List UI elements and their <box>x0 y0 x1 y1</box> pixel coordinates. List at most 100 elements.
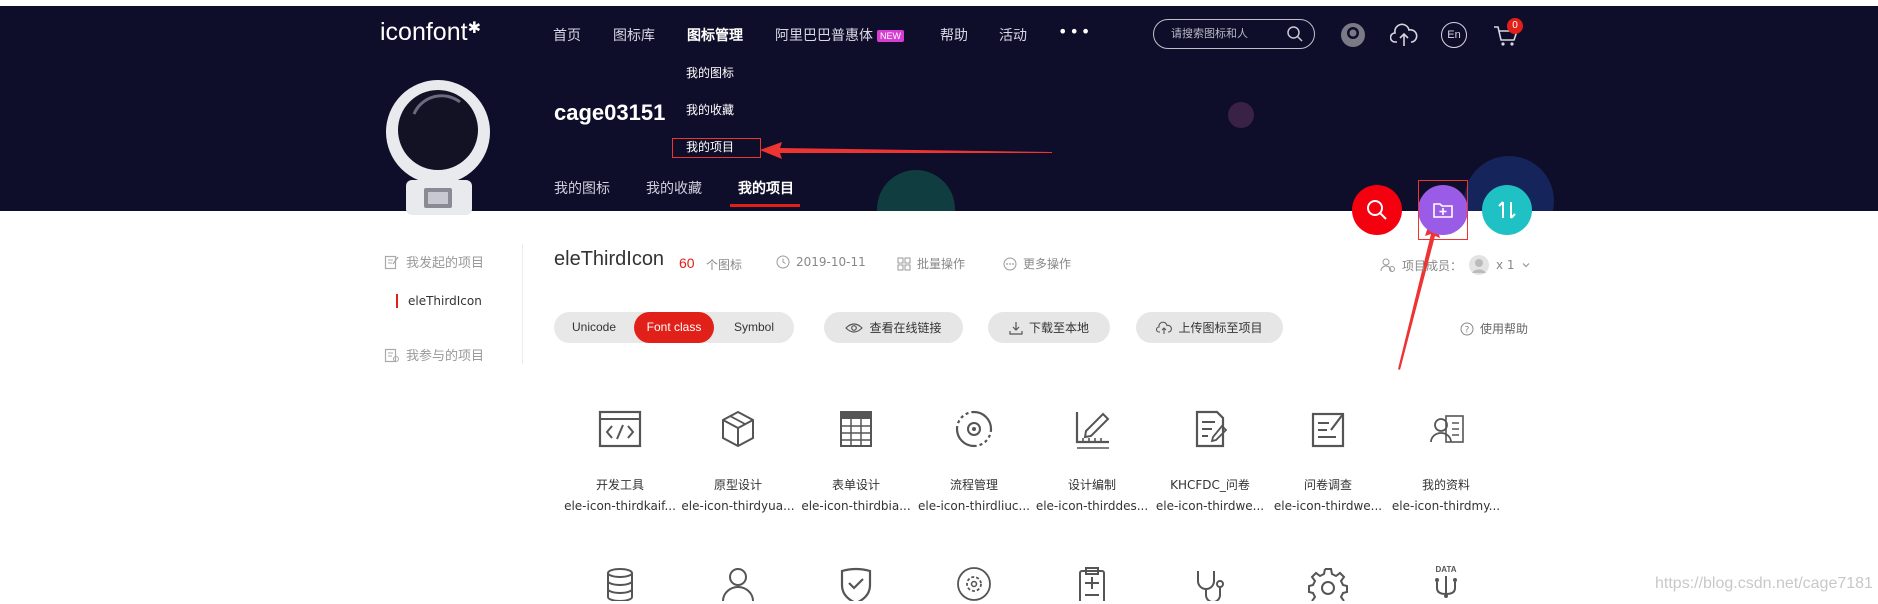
iconfont-logo[interactable]: iconfont✱ <box>380 18 481 47</box>
user-icon[interactable] <box>715 565 761 601</box>
icon-card[interactable]: 表单设计 ele-icon-thirdbia... <box>797 404 915 513</box>
icon-name: 表单设计 <box>831 478 880 492</box>
nav-icon-library[interactable]: 图标库 <box>613 25 655 45</box>
chevron-down-icon <box>1522 263 1530 268</box>
nav-home[interactable]: 首页 <box>553 25 581 45</box>
gear-circle-icon[interactable] <box>951 565 997 601</box>
upload-icons-button[interactable]: 上传图标至项目 <box>1136 312 1283 343</box>
icon-class: ele-icon-thirdwe... <box>1155 499 1265 513</box>
logo-star-icon: ✱ <box>467 20 481 37</box>
language-switch-icon[interactable]: En <box>1441 22 1467 48</box>
upload-cloud-icon <box>1156 321 1173 334</box>
search-input[interactable] <box>1169 26 1283 41</box>
watermark: https://blog.csdn.net/cage7181 <box>1655 575 1873 592</box>
dropdown-my-favorites[interactable]: 我的收藏 <box>686 101 734 118</box>
tab-my-icons[interactable]: 我的图标 <box>554 178 610 198</box>
tab-my-projects[interactable]: 我的项目 <box>738 178 794 198</box>
nav-icon-management[interactable]: 图标管理 <box>687 25 743 45</box>
icon-card[interactable]: 流程管理 ele-icon-thirdliuc... <box>915 404 1033 513</box>
annotation-arrow <box>760 142 1052 159</box>
icon-class: ele-icon-thirdyua... <box>681 499 795 513</box>
nav-alibaba-font-label: 阿里巴巴普惠体 <box>775 28 873 44</box>
sidebar-joined-projects-label: 我参与的项目 <box>406 349 485 364</box>
view-online-link-label: 查看在线链接 <box>869 321 942 335</box>
members-label: 项目成员： <box>1402 258 1463 273</box>
sidebar-joined-projects[interactable]: 我参与的项目 <box>384 345 484 364</box>
batch-grid-icon <box>897 257 911 270</box>
icon-card[interactable]: 原型设计 ele-icon-thirdyua... <box>679 404 797 513</box>
icon-name: 我的资料 <box>1421 478 1470 492</box>
usage-help-label: 使用帮助 <box>1480 322 1529 336</box>
batch-operation-button[interactable]: 批量操作 <box>897 255 965 272</box>
code-window-icon <box>598 410 642 448</box>
sidebar-project-elethirdicon[interactable]: eleThirdIcon <box>408 294 482 308</box>
project-date-text: 2019-10-11 <box>796 255 866 269</box>
database-icon[interactable] <box>597 565 643 601</box>
project-title: eleThirdIcon <box>554 248 665 270</box>
highlight-box <box>672 138 761 158</box>
sidebar-started-projects-label: 我发起的项目 <box>406 256 485 271</box>
batch-operation-label: 批量操作 <box>917 257 966 271</box>
icon-class: ele-icon-thirdmy... <box>1391 499 1501 513</box>
upload-cloud-icon[interactable] <box>1390 22 1418 48</box>
active-tab-indicator <box>730 204 800 207</box>
icon-card[interactable]: 问卷调查 ele-icon-thirdwe... <box>1269 404 1387 513</box>
sort-fab-button[interactable] <box>1482 185 1532 235</box>
member-avatar-icon <box>1469 255 1490 275</box>
sort-arrows-icon <box>1498 201 1516 219</box>
icon-name: KHCFDC_问卷 <box>1170 478 1250 492</box>
mode-font-class[interactable]: Font class <box>634 312 714 343</box>
nav-activities[interactable]: 活动 <box>999 25 1027 45</box>
dropdown-my-icons[interactable]: 我的图标 <box>686 64 734 81</box>
nav-alibaba-font[interactable]: 阿里巴巴普惠体 NEW <box>775 25 904 45</box>
sidebar-started-projects[interactable]: 我发起的项目 <box>384 252 484 271</box>
decorative-bubble <box>1228 102 1254 128</box>
cube-icon <box>722 410 754 448</box>
user-avatar-icon[interactable] <box>1340 22 1366 48</box>
logo-text: iconfont <box>380 18 468 46</box>
download-icon <box>1009 321 1023 335</box>
icon-class: ele-icon-thirdwe... <box>1273 499 1383 513</box>
font-mode-switch: Unicode Font class Symbol <box>554 312 794 343</box>
edit-doc-icon <box>384 255 399 269</box>
new-badge: NEW <box>877 30 904 42</box>
icon-card[interactable]: 我的资料 ele-icon-thirdmy... <box>1387 404 1505 513</box>
search-icon[interactable] <box>1286 25 1304 43</box>
icon-name: 问卷调查 <box>1303 478 1352 492</box>
icon-card[interactable]: KHCFDC_问卷 ele-icon-thirdwe... <box>1151 404 1269 513</box>
mode-symbol[interactable]: Symbol <box>714 312 794 343</box>
more-operations-button[interactable]: 更多操作 <box>1003 255 1071 272</box>
settings-gear-icon[interactable] <box>1305 565 1351 601</box>
ruler-pen-icon <box>1075 412 1110 449</box>
download-label: 下载至本地 <box>1028 321 1089 335</box>
decorative-bubble <box>877 170 955 211</box>
search-box <box>1153 19 1315 49</box>
mode-unicode[interactable]: Unicode <box>554 312 634 343</box>
search-icon <box>1367 200 1387 220</box>
members-icon <box>1380 258 1395 272</box>
shield-check-icon[interactable] <box>833 565 879 601</box>
nav-help[interactable]: 帮助 <box>940 25 968 45</box>
sidebar-divider <box>522 244 523 364</box>
help-circle-icon: ? <box>1460 322 1474 335</box>
search-fab-button[interactable] <box>1352 185 1402 235</box>
usage-help-link[interactable]: ? 使用帮助 <box>1460 320 1528 337</box>
survey-edit-icon <box>1311 412 1345 448</box>
icon-card[interactable]: 开发工具 ele-icon-thirdkaif... <box>561 404 679 513</box>
clipboard-icon[interactable] <box>1069 565 1115 601</box>
download-button[interactable]: 下载至本地 <box>988 312 1110 343</box>
tab-my-favorites[interactable]: 我的收藏 <box>646 178 702 198</box>
nav-more-icon[interactable]: ••• <box>1058 22 1092 41</box>
more-operations-label: 更多操作 <box>1023 257 1072 271</box>
project-members[interactable]: 项目成员： x 1 <box>1380 254 1531 276</box>
icon-name: 原型设计 <box>713 478 762 492</box>
stethoscope-icon[interactable] <box>1187 565 1233 601</box>
clock-icon <box>776 255 790 269</box>
upload-icons-label: 上传图标至项目 <box>1178 321 1263 335</box>
process-cycle-icon <box>955 410 993 448</box>
icon-name: 开发工具 <box>595 478 644 492</box>
icon-card[interactable]: 设计编制 ele-icon-thirddes... <box>1033 404 1151 513</box>
data-tree-icon[interactable]: DATA <box>1423 565 1469 601</box>
eye-icon <box>845 322 864 333</box>
view-online-link-button[interactable]: 查看在线链接 <box>824 312 963 343</box>
